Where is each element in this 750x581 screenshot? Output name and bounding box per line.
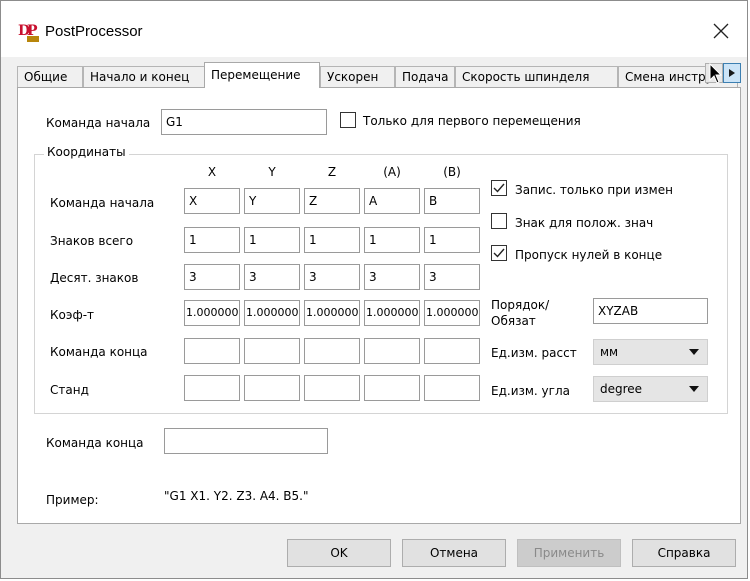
write-on-change-checkbox[interactable] xyxy=(491,180,507,196)
distance-unit-label: Ед.изм. расст xyxy=(491,346,577,360)
tab-movement[interactable]: Перемещение xyxy=(204,62,320,88)
chevron-down-icon xyxy=(689,349,699,355)
row-label-start-command: Команда начала xyxy=(50,196,155,210)
ok-button[interactable]: OK xyxy=(287,539,391,567)
coefficient-x-input[interactable]: 1.000000 xyxy=(184,300,240,326)
start-command-input[interactable]: G1 xyxy=(161,109,327,135)
end-command-label: Команда конца xyxy=(46,436,144,450)
chevron-right-icon xyxy=(729,69,735,77)
order-label-line2: Обязат xyxy=(491,314,536,328)
cancel-button[interactable]: Отмена xyxy=(402,539,506,567)
row-label-total-digits: Знаков всего xyxy=(50,234,134,248)
standard-x-input[interactable] xyxy=(184,375,240,401)
checkmark-icon xyxy=(493,183,505,193)
decimal-digits-y-input[interactable]: 3 xyxy=(244,264,300,290)
coefficient-b-input[interactable]: 1.000000 xyxy=(424,300,480,326)
coefficient-y-input[interactable]: 1.000000 xyxy=(244,300,300,326)
tab-spindle-speed[interactable]: Скорость шпинделя xyxy=(455,66,618,88)
order-input[interactable]: XYZAB xyxy=(593,298,708,324)
title-bar[interactable]: D P PostProcessor xyxy=(1,1,747,57)
skip-trailing-zeros-label: Пропуск нулей в конце xyxy=(515,248,663,262)
tab-feed[interactable]: Подача xyxy=(395,66,455,88)
standard-b-input[interactable] xyxy=(424,375,480,401)
first-move-only-label: Только для первого перемещения xyxy=(363,114,581,128)
close-button[interactable] xyxy=(701,11,741,51)
end-command-x-input[interactable] xyxy=(184,338,240,364)
column-header-a: (A) xyxy=(383,165,401,179)
row-label-decimal-digits: Десят. знаков xyxy=(50,271,139,285)
start-command-b-input[interactable]: B xyxy=(424,188,480,214)
decimal-digits-a-input[interactable]: 3 xyxy=(364,264,420,290)
skip-trailing-zeros-checkbox[interactable] xyxy=(491,245,507,261)
total-digits-a-input[interactable]: 1 xyxy=(364,227,420,253)
positive-sign-checkbox[interactable] xyxy=(491,213,507,229)
window-title: PostProcessor xyxy=(45,23,143,40)
coefficient-a-input[interactable]: 1.000000 xyxy=(364,300,420,326)
mouse-cursor-icon xyxy=(709,63,723,84)
column-header-z: Z xyxy=(327,165,337,179)
start-command-label: Команда начала xyxy=(46,116,151,130)
tab-general[interactable]: Общие xyxy=(17,66,83,88)
start-command-x-input[interactable]: X xyxy=(184,188,240,214)
example-label: Пример: xyxy=(46,493,99,507)
row-label-end-command: Команда конца xyxy=(50,345,148,359)
end-command-b-input[interactable] xyxy=(424,338,480,364)
order-label-line1: Порядок/ xyxy=(491,298,550,312)
checkmark-icon xyxy=(493,248,505,258)
start-command-y-input[interactable]: Y xyxy=(244,188,300,214)
total-digits-z-input[interactable]: 1 xyxy=(304,227,360,253)
app-logo-icon: D P xyxy=(18,21,40,43)
distance-unit-value: мм xyxy=(600,345,619,359)
end-command-a-input[interactable] xyxy=(364,338,420,364)
row-label-coefficient: Коэф-т xyxy=(50,308,95,322)
end-command-y-input[interactable] xyxy=(244,338,300,364)
start-command-a-input[interactable]: A xyxy=(364,188,420,214)
tab-bar: Общие Начало и конец Перемещение Ускорен… xyxy=(17,62,741,88)
column-header-x: X xyxy=(207,165,217,179)
row-label-standard: Станд xyxy=(50,383,89,397)
column-header-y: Y xyxy=(268,165,276,179)
angle-unit-select[interactable]: degree xyxy=(593,376,708,402)
tab-scroll-right-button[interactable] xyxy=(723,63,741,83)
angle-unit-label: Ед.изм. угла xyxy=(491,384,570,398)
angle-unit-value: degree xyxy=(600,382,643,396)
apply-button[interactable]: Применить xyxy=(517,539,621,567)
tab-start-end[interactable]: Начало и конец xyxy=(83,66,205,88)
standard-z-input[interactable] xyxy=(304,375,360,401)
distance-unit-select[interactable]: мм xyxy=(593,339,708,365)
start-command-z-input[interactable]: Z xyxy=(304,188,360,214)
first-move-only-checkbox[interactable] xyxy=(340,112,356,128)
total-digits-x-input[interactable]: 1 xyxy=(184,227,240,253)
standard-a-input[interactable] xyxy=(364,375,420,401)
example-value: "G1 X1. Y2. Z3. A4. B5." xyxy=(164,489,309,503)
standard-y-input[interactable] xyxy=(244,375,300,401)
decimal-digits-x-input[interactable]: 3 xyxy=(184,264,240,290)
positive-sign-label: Знак для полож. знач xyxy=(515,216,654,230)
column-header-b: (B) xyxy=(443,165,461,179)
tab-acceleration[interactable]: Ускорен xyxy=(320,66,395,88)
coordinates-group-title: Координаты xyxy=(44,145,129,159)
close-icon xyxy=(713,23,729,39)
end-command-input[interactable] xyxy=(164,428,328,454)
end-command-z-input[interactable] xyxy=(304,338,360,364)
coefficient-z-input[interactable]: 1.000000 xyxy=(304,300,360,326)
decimal-digits-z-input[interactable]: 3 xyxy=(304,264,360,290)
help-button[interactable]: Справка xyxy=(632,539,736,567)
total-digits-y-input[interactable]: 1 xyxy=(244,227,300,253)
write-on-change-label: Запис. только при измен xyxy=(515,183,673,197)
decimal-digits-b-input[interactable]: 3 xyxy=(424,264,480,290)
chevron-down-icon xyxy=(689,386,699,392)
total-digits-b-input[interactable]: 1 xyxy=(424,227,480,253)
postprocessor-dialog: D P PostProcessor Общие Начало и конец П… xyxy=(0,0,748,579)
movement-tab-panel: Команда начала G1 Только для первого пер… xyxy=(17,87,741,524)
